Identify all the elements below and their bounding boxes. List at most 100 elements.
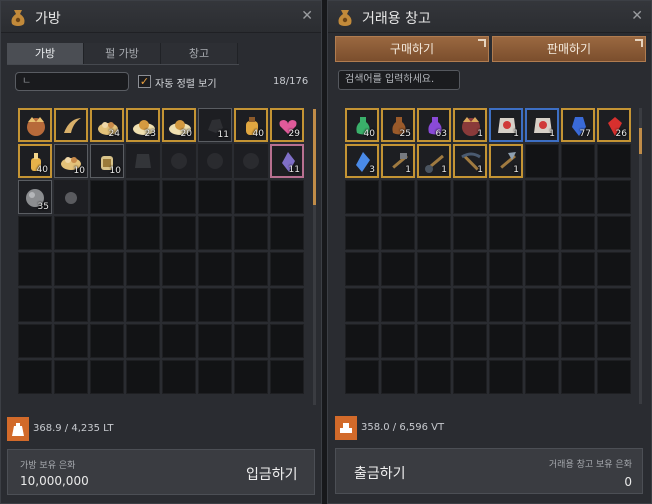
bag-empty-slot[interactable] [90,324,124,358]
warehouse-empty-slot[interactable] [489,180,523,214]
warehouse-empty-slot[interactable] [489,252,523,286]
warehouse-empty-slot[interactable] [597,324,631,358]
warehouse-empty-slot[interactable] [453,216,487,250]
warehouse-empty-slot[interactable] [561,360,595,394]
bag-empty-slot[interactable] [126,216,160,250]
warehouse-empty-slot[interactable] [381,216,415,250]
bag-empty-slot[interactable] [234,288,268,322]
warehouse-empty-slot[interactable] [525,180,559,214]
warehouse-empty-slot[interactable] [453,288,487,322]
warehouse-empty-slot[interactable] [381,288,415,322]
bag-item-slot[interactable] [54,108,88,142]
warehouse-item-slot[interactable]: 1 [417,144,451,178]
bag-empty-slot[interactable] [270,180,304,214]
warehouse-empty-slot[interactable] [345,216,379,250]
bag-search-input[interactable]: ㄴ [15,72,129,91]
bag-empty-slot[interactable] [18,360,52,394]
warehouse-item-slot[interactable]: 3 [345,144,379,178]
bag-item-slot[interactable]: 40 [18,144,52,178]
warehouse-scroll-thumb[interactable] [639,128,642,154]
bag-empty-slot[interactable] [18,252,52,286]
bag-empty-slot[interactable] [90,216,124,250]
bag-empty-slot[interactable] [234,324,268,358]
bag-empty-slot[interactable] [234,360,268,394]
warehouse-empty-slot[interactable] [525,144,559,178]
bag-item-slot[interactable] [54,180,88,214]
warehouse-item-slot[interactable]: 1 [453,108,487,142]
bag-empty-slot[interactable] [90,288,124,322]
bag-empty-slot[interactable] [18,288,52,322]
bag-item-slot[interactable]: 29 [270,108,304,142]
bag-empty-slot[interactable] [54,324,88,358]
bag-item-slot[interactable] [234,144,268,178]
bag-item-slot[interactable]: 20 [162,108,196,142]
warehouse-item-slot[interactable]: 1 [453,144,487,178]
warehouse-empty-slot[interactable] [381,360,415,394]
bag-empty-slot[interactable] [54,216,88,250]
warehouse-empty-slot[interactable] [345,288,379,322]
bag-item-slot[interactable]: 24 [90,108,124,142]
bag-empty-slot[interactable] [18,216,52,250]
auto-sort-checkbox[interactable]: ✓ [138,75,151,88]
warehouse-item-slot[interactable]: 26 [597,108,631,142]
warehouse-empty-slot[interactable] [597,216,631,250]
bag-empty-slot[interactable] [18,324,52,358]
tab-pearl-bag[interactable]: 펄 가방 [84,43,161,64]
warehouse-empty-slot[interactable] [489,324,523,358]
bag-empty-slot[interactable] [54,252,88,286]
bag-empty-slot[interactable] [162,180,196,214]
warehouse-empty-slot[interactable] [561,216,595,250]
warehouse-empty-slot[interactable] [345,360,379,394]
bag-empty-slot[interactable] [126,324,160,358]
warehouse-empty-slot[interactable] [381,324,415,358]
bag-empty-slot[interactable] [198,252,232,286]
warehouse-empty-slot[interactable] [345,324,379,358]
bag-empty-slot[interactable] [270,360,304,394]
warehouse-empty-slot[interactable] [525,360,559,394]
warehouse-empty-slot[interactable] [597,252,631,286]
bag-empty-slot[interactable] [270,252,304,286]
warehouse-empty-slot[interactable] [561,180,595,214]
warehouse-empty-slot[interactable] [381,252,415,286]
bag-item-slot[interactable]: 35 [18,180,52,214]
bag-empty-slot[interactable] [198,216,232,250]
bag-empty-slot[interactable] [54,360,88,394]
warehouse-empty-slot[interactable] [417,216,451,250]
warehouse-empty-slot[interactable] [453,360,487,394]
warehouse-titlebar[interactable]: 거래용 창고 ✕ [328,1,651,33]
bag-item-slot[interactable]: 40 [234,108,268,142]
bag-empty-slot[interactable] [54,288,88,322]
warehouse-empty-slot[interactable] [453,180,487,214]
bag-item-slot[interactable]: 23 [126,108,160,142]
bag-empty-slot[interactable] [90,180,124,214]
bag-empty-slot[interactable] [162,252,196,286]
bag-empty-slot[interactable] [162,360,196,394]
bag-empty-slot[interactable] [198,288,232,322]
warehouse-empty-slot[interactable] [561,324,595,358]
withdraw-button[interactable]: 출금하기 [354,463,406,483]
warehouse-empty-slot[interactable] [417,324,451,358]
close-icon[interactable]: ✕ [301,8,313,24]
warehouse-item-slot[interactable]: 1 [489,144,523,178]
bag-empty-slot[interactable] [126,252,160,286]
warehouse-empty-slot[interactable] [525,324,559,358]
close-icon[interactable]: ✕ [631,8,643,24]
warehouse-empty-slot[interactable] [417,180,451,214]
warehouse-empty-slot[interactable] [453,252,487,286]
tab-storage[interactable]: 창고 [161,43,238,64]
warehouse-item-slot[interactable]: 25 [381,108,415,142]
warehouse-empty-slot[interactable] [525,288,559,322]
warehouse-empty-slot[interactable] [417,252,451,286]
bag-empty-slot[interactable] [234,216,268,250]
warehouse-empty-slot[interactable] [561,288,595,322]
bag-empty-slot[interactable] [162,216,196,250]
warehouse-empty-slot[interactable] [345,252,379,286]
bag-item-slot[interactable] [162,144,196,178]
bag-empty-slot[interactable] [162,288,196,322]
warehouse-empty-slot[interactable] [345,180,379,214]
warehouse-empty-slot[interactable] [525,216,559,250]
warehouse-empty-slot[interactable] [597,360,631,394]
buy-button[interactable]: 구매하기 [335,36,489,62]
warehouse-item-slot[interactable]: 1 [489,108,523,142]
warehouse-empty-slot[interactable] [597,144,631,178]
